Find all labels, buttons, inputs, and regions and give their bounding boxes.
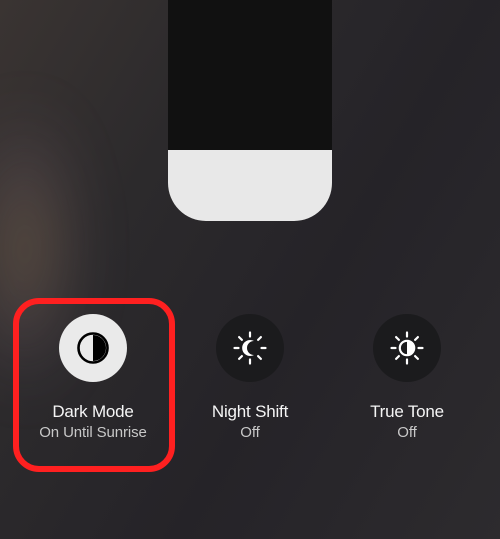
night-shift-status: Off [240, 424, 259, 441]
dark-mode-control[interactable]: Dark Mode On Until Sunrise [23, 314, 163, 441]
dark-mode-icon [76, 331, 110, 365]
night-shift-control[interactable]: Night Shift Off [180, 314, 320, 441]
dark-mode-icon-circle [59, 314, 127, 382]
dark-mode-status: On Until Sunrise [39, 424, 147, 441]
true-tone-icon-circle [373, 314, 441, 382]
night-shift-title: Night Shift [212, 402, 288, 422]
display-controls-row: Dark Mode On Until Sunrise [23, 314, 477, 441]
true-tone-status: Off [397, 424, 416, 441]
night-shift-icon [232, 330, 268, 366]
brightness-slider[interactable] [168, 0, 332, 221]
true-tone-icon [389, 330, 425, 366]
brightness-slider-fill [168, 150, 332, 221]
dark-mode-title: Dark Mode [52, 402, 133, 422]
night-shift-icon-circle [216, 314, 284, 382]
true-tone-title: True Tone [370, 402, 444, 422]
true-tone-control[interactable]: True Tone Off [337, 314, 477, 441]
